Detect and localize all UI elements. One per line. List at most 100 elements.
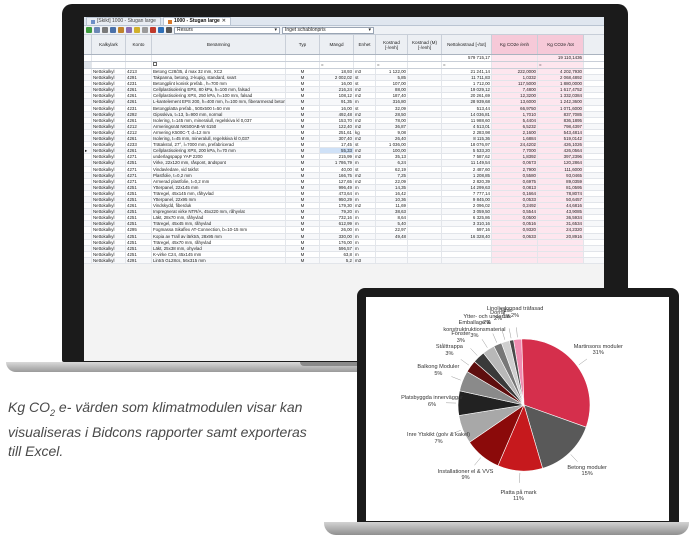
table-cell[interactable]: 16 328,40 — [442, 233, 492, 239]
table-cell[interactable]: K-virke C24, 45x145 mm — [152, 251, 286, 257]
table-cell[interactable]: 1 036,00 — [376, 142, 408, 148]
table-cell[interactable]: m — [354, 196, 376, 203]
table-cell[interactable]: 19 029,12 — [442, 87, 492, 93]
table-cell[interactable]: m2 — [354, 154, 376, 160]
table-cell[interactable]: 4271 — [126, 178, 152, 184]
table-cell[interactable]: Armeringsnät NK500AB-W 6150 — [152, 123, 286, 129]
table-cell[interactable]: 4271 — [126, 154, 152, 160]
table-cell[interactable]: 1 332,0384 — [538, 93, 584, 99]
table-cell[interactable]: 55,33 — [320, 148, 354, 154]
table-cell[interactable]: Nettokalkyl — [92, 215, 126, 221]
table-cell[interactable]: 4292 — [126, 111, 152, 117]
row-selector[interactable] — [84, 75, 92, 81]
table-cell[interactable]: 7,25 — [376, 172, 408, 178]
table-cell[interactable] — [408, 142, 442, 148]
table-cell[interactable]: Nettokalkyl — [92, 184, 126, 190]
table-cell[interactable]: 4233 — [126, 142, 152, 148]
table-cell[interactable]: 2 068,4892 — [538, 75, 584, 81]
table-cell[interactable]: 40,00 — [320, 166, 354, 172]
table-cell[interactable]: 122,40 — [320, 123, 354, 129]
table-cell[interactable]: 91,35 — [320, 99, 354, 105]
row-selector[interactable] — [84, 105, 92, 111]
table-cell[interactable]: 2 002,02 — [320, 75, 354, 81]
table-cell[interactable]: 14 036,81 — [442, 111, 492, 117]
table-cell[interactable]: 36,87 — [376, 123, 408, 129]
filter-benamning[interactable] — [152, 62, 286, 68]
row-selector[interactable] — [84, 160, 92, 166]
table-cell[interactable]: Nettokalkyl — [92, 160, 126, 166]
table-cell[interactable]: M — [286, 221, 320, 227]
table-cell[interactable]: Gipsskiva, t=13, b=900 mm, normal — [152, 111, 286, 117]
table-cell[interactable]: Vindskydd, fiberduk — [152, 203, 286, 209]
table-cell[interactable]: m2 — [354, 172, 376, 178]
row-selector[interactable] — [84, 245, 92, 251]
table-cell[interactable]: Nettokalkyl — [92, 178, 126, 184]
table-cell[interactable]: m2 — [354, 123, 376, 129]
table-cell[interactable]: 4261 — [126, 87, 152, 93]
table-cell[interactable]: Nettokalkyl — [92, 203, 126, 209]
table-cell[interactable]: Trätakstol, 27°, l=7000 mm, prefabricera… — [152, 142, 286, 148]
table-cell[interactable]: 111,6000 — [538, 166, 584, 172]
table-cell[interactable]: Nettokalkyl — [92, 245, 126, 251]
table-cell[interactable] — [376, 251, 408, 257]
table-cell[interactable]: m — [354, 99, 376, 105]
table-cell[interactable]: Nettokalkyl — [92, 123, 126, 129]
table-cell[interactable]: 1,7010 — [492, 111, 538, 117]
table-cell[interactable]: Nettokalkyl — [92, 87, 126, 93]
row-selector[interactable] — [84, 69, 92, 75]
table-cell[interactable]: M — [286, 215, 320, 221]
table-cell[interactable]: Nettokalkyl — [92, 129, 126, 136]
table-cell[interactable] — [442, 239, 492, 245]
row-selector[interactable]: ▸ — [84, 148, 92, 154]
table-cell[interactable]: Armerad plastfolie, t=0,2 mm — [152, 178, 286, 184]
table-cell[interactable]: 397,2396 — [538, 154, 584, 160]
table-cell[interactable]: 5,4404 — [492, 117, 538, 123]
table-cell[interactable]: 24,2320 — [538, 227, 584, 233]
table-cell[interactable]: 0,0633 — [492, 233, 538, 239]
table-cell[interactable]: 307,40 — [320, 136, 354, 142]
table-cell[interactable]: 1 122,00 — [376, 69, 408, 75]
table-cell[interactable] — [408, 81, 442, 87]
table-cell[interactable] — [408, 251, 442, 257]
table-cell[interactable]: 597,16 — [442, 227, 492, 233]
filter-mangd[interactable]: = — [320, 62, 354, 68]
table-cell[interactable]: M — [286, 196, 320, 203]
col-header-co2-enh[interactable]: Kg CO2e /enh — [492, 35, 538, 54]
table-cell[interactable]: Träregel, 45x145 mm, råhyvlad — [152, 190, 286, 196]
table-cell[interactable] — [408, 154, 442, 160]
table-cell[interactable]: M — [286, 142, 320, 148]
table-cell[interactable] — [408, 148, 442, 154]
table-cell[interactable]: 4261 — [126, 117, 152, 123]
table-cell[interactable]: 6,24 — [376, 160, 408, 166]
table-cell[interactable]: 4251 — [126, 160, 152, 166]
price-template-dropdown[interactable]: Inget schablonpris ▾ — [282, 26, 374, 34]
table-cell[interactable]: 1,6884 — [492, 136, 538, 142]
table-cell[interactable]: Betongplatta prefab., 500x500 t=50 mm — [152, 105, 286, 111]
table-cell[interactable]: 0,0500 — [492, 215, 538, 221]
table-cell[interactable] — [408, 215, 442, 221]
table-cell[interactable]: 14,35 — [376, 184, 408, 190]
table-cell[interactable] — [408, 233, 442, 239]
table-cell[interactable]: 17,45 — [320, 142, 354, 148]
table-cell[interactable]: 9 845,00 — [442, 196, 492, 203]
table-cell[interactable]: 28 939,68 — [442, 99, 492, 105]
table-cell[interactable]: 251,61 — [320, 129, 354, 136]
table-cell[interactable]: 5,40 — [376, 221, 408, 227]
table-cell[interactable]: Nettokalkyl — [92, 117, 126, 123]
table-cell[interactable]: M — [286, 251, 320, 257]
table-cell[interactable]: Impregnerat virke NTR/A, 45x220 mm, råhy… — [152, 209, 286, 215]
table-cell[interactable]: m2 — [354, 203, 376, 209]
table-cell[interactable] — [408, 69, 442, 75]
table-cell[interactable]: 18,93 — [320, 69, 354, 75]
row-selector[interactable] — [84, 136, 92, 142]
table-cell[interactable]: 996,49 — [320, 184, 354, 190]
table-cell[interactable]: Läkt, 25x38 mm, ohyvlad — [152, 245, 286, 251]
table-cell[interactable]: 6 325,86 — [442, 215, 492, 221]
row-selector[interactable] — [84, 129, 92, 136]
table-cell[interactable] — [408, 93, 442, 99]
table-cell[interactable]: 4251 — [126, 251, 152, 257]
table-cell[interactable]: Nettokalkyl — [92, 190, 126, 196]
table-cell[interactable]: M — [286, 99, 320, 105]
table-cell[interactable]: 4251 — [126, 233, 152, 239]
table-cell[interactable] — [408, 245, 442, 251]
